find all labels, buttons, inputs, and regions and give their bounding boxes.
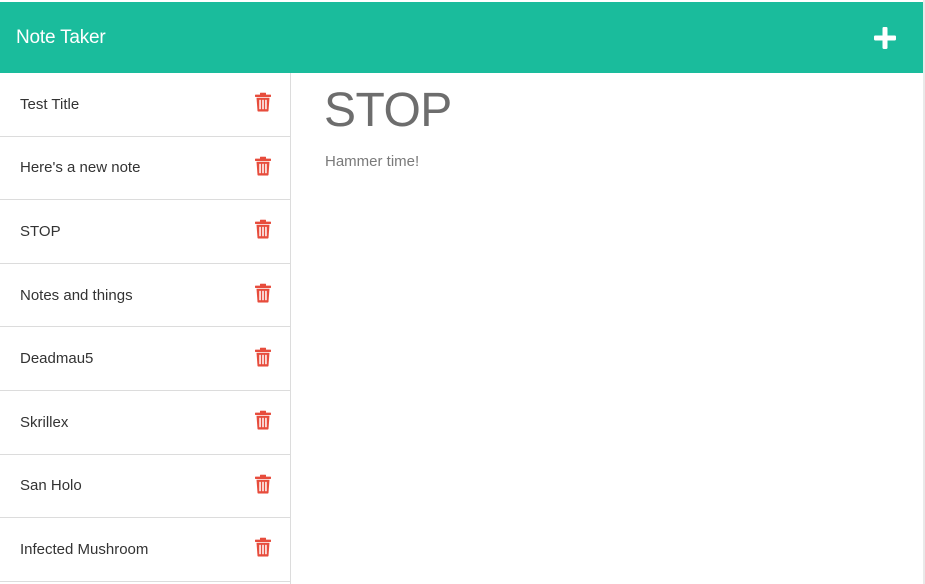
note-list-label: Infected Mushroom [20,540,149,558]
note-list-label: Here's a new note [20,159,141,177]
note-title[interactable]: STOP [324,83,452,138]
trash-icon[interactable] [255,92,271,112]
plus-icon [874,26,896,49]
note-text[interactable]: Hammer time! [325,153,419,170]
trash-icon[interactable] [255,410,271,430]
note-list-label: Notes and things [20,286,133,304]
trash-icon[interactable] [255,220,271,240]
notes-list: Test Title Here's a new note STOP Notes … [0,73,290,582]
note-list-label: STOP [20,222,61,240]
list-item[interactable]: Notes and things [0,264,290,328]
note-view: STOP Hammer time! [292,73,923,584]
note-list-label: Deadmau5 [20,350,94,368]
notes-sidebar: Test Title Here's a new note STOP Notes … [0,73,291,584]
list-item[interactable]: Skrillex [0,391,290,455]
note-list-label: Skrillex [20,413,69,431]
list-item[interactable]: Here's a new note [0,137,290,201]
note-list-label: Test Title [20,95,80,113]
list-item[interactable]: Test Title [0,73,290,137]
note-taker-app: Note Taker Test Title Here's a new note … [0,0,925,584]
trash-icon[interactable] [255,347,271,367]
list-item[interactable]: STOP [0,200,290,264]
note-list-label: San Holo [20,477,82,495]
list-item[interactable]: San Holo [0,455,290,519]
navbar: Note Taker [0,2,923,73]
app-title[interactable]: Note Taker [16,27,106,49]
trash-icon[interactable] [255,474,271,494]
trash-icon[interactable] [255,538,271,558]
list-item[interactable]: Infected Mushroom [0,518,290,582]
list-item[interactable]: Deadmau5 [0,327,290,391]
trash-icon[interactable] [255,283,271,303]
trash-icon[interactable] [255,156,271,176]
new-note-button[interactable] [873,26,897,50]
